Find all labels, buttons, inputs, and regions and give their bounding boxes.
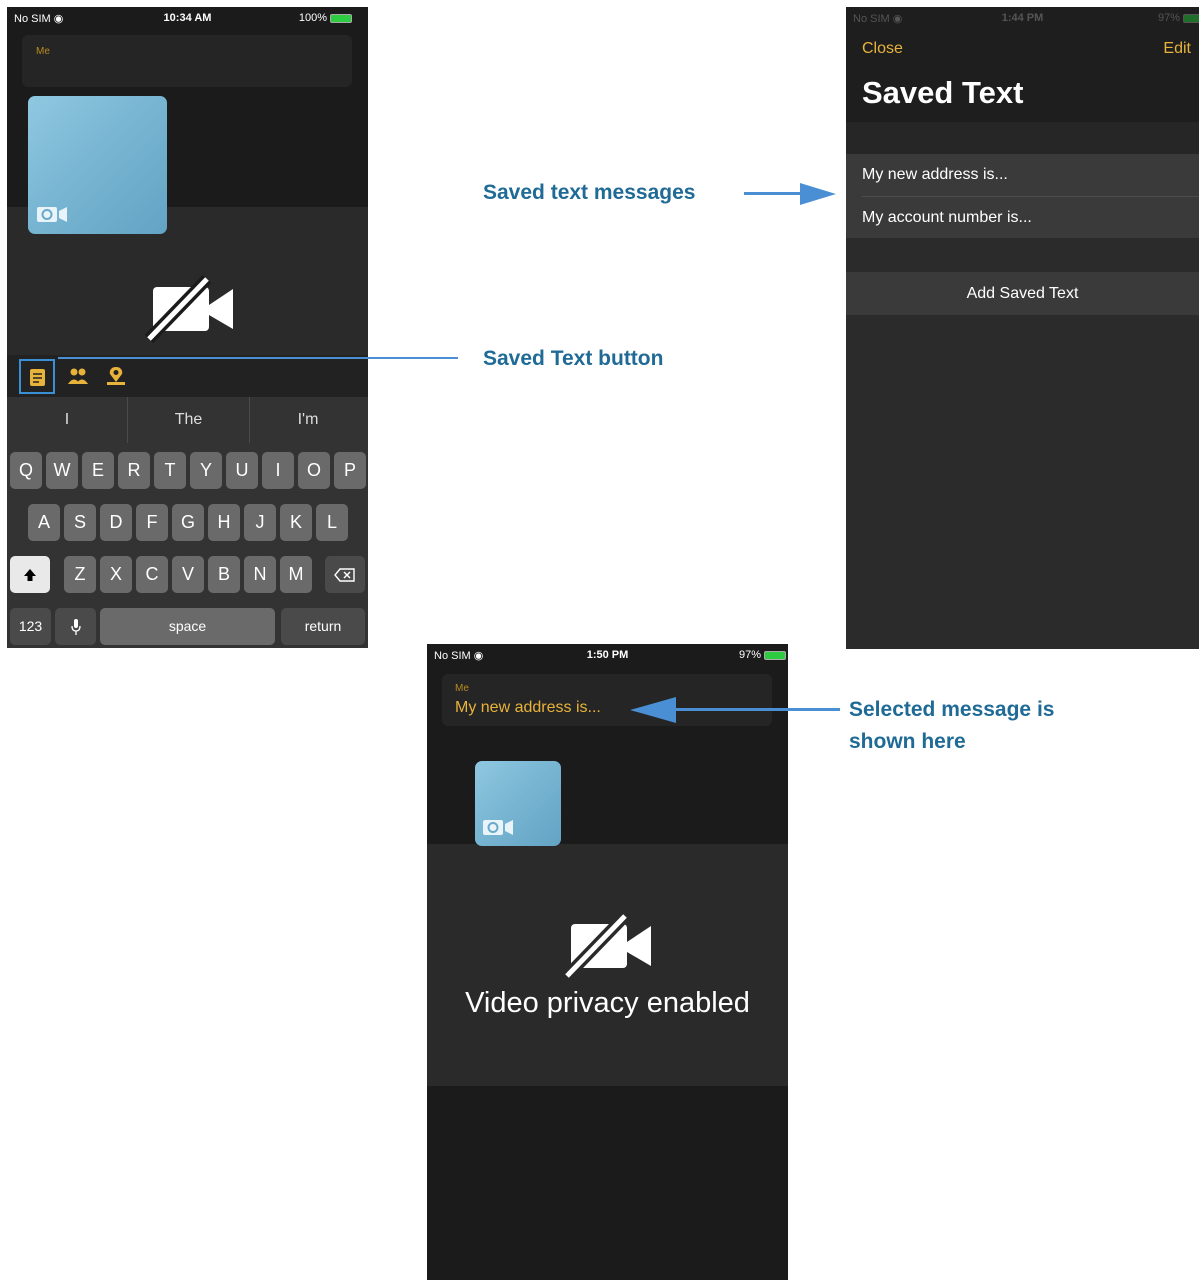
video-off-icon bbox=[563, 912, 651, 980]
privacy-status-text: Video privacy enabled bbox=[465, 987, 750, 1019]
battery-icon bbox=[1183, 13, 1199, 23]
screen-selected-message: No SIM ◉ 1:50 PM 97% Me My new address i… bbox=[427, 644, 788, 1280]
self-view[interactable] bbox=[475, 761, 561, 846]
contacts-icon[interactable] bbox=[68, 368, 88, 384]
saved-text-icon bbox=[30, 369, 45, 386]
key[interactable]: Q bbox=[10, 452, 42, 489]
message-box[interactable]: Me My new address is... bbox=[442, 674, 772, 726]
location-icon[interactable] bbox=[107, 367, 125, 385]
screen-saved-text: No SIM ◉ 1:44 PM 97% Close Edit Saved Te… bbox=[846, 7, 1199, 649]
add-saved-text-button[interactable]: Add Saved Text bbox=[846, 272, 1199, 315]
battery-status: 100% bbox=[299, 12, 352, 24]
battery-status: 97% bbox=[739, 649, 786, 661]
saved-text-item[interactable]: My account number is... bbox=[862, 197, 1032, 239]
status-time: 1:44 PM bbox=[1001, 12, 1044, 24]
saved-text-list: My new address is... My account number i… bbox=[846, 154, 1199, 238]
video-off-icon bbox=[145, 275, 233, 343]
status-time: 1:50 PM bbox=[586, 649, 629, 661]
callout-line bbox=[58, 357, 458, 359]
delete-key[interactable] bbox=[325, 556, 365, 593]
key[interactable]: U bbox=[226, 452, 258, 489]
key[interactable]: Y bbox=[190, 452, 222, 489]
key[interactable]: L bbox=[316, 504, 348, 541]
arrowhead-left-icon bbox=[630, 697, 676, 723]
shift-icon bbox=[24, 569, 36, 582]
message-box[interactable]: Me bbox=[22, 35, 352, 87]
key[interactable]: X bbox=[100, 556, 132, 593]
camera-switch-icon[interactable] bbox=[483, 819, 515, 836]
page-title: Saved Text bbox=[862, 75, 1024, 110]
annotation-line-2: shown here bbox=[849, 730, 966, 753]
key[interactable]: A bbox=[28, 504, 60, 541]
keyboard: I The I'm Q W E R T Y U I O P A S D F G … bbox=[7, 397, 368, 648]
annotation-saved-text-messages: Saved text messages bbox=[483, 181, 696, 204]
key[interactable]: P bbox=[334, 452, 366, 489]
key[interactable]: I bbox=[262, 452, 294, 489]
key[interactable]: S bbox=[64, 504, 96, 541]
suggestion-1[interactable]: I bbox=[7, 397, 127, 443]
self-view[interactable] bbox=[28, 96, 167, 234]
status-bar: No SIM ◉ 1:44 PM 97% bbox=[846, 7, 1199, 33]
edit-button[interactable]: Edit bbox=[1163, 40, 1191, 58]
shift-key[interactable] bbox=[10, 556, 50, 593]
space-key[interactable]: space bbox=[100, 608, 275, 645]
key[interactable]: C bbox=[136, 556, 168, 593]
microphone-icon bbox=[70, 618, 81, 635]
message-sender: Me bbox=[455, 683, 469, 694]
annotation-saved-text-button: Saved Text button bbox=[483, 347, 664, 370]
numbers-key[interactable]: 123 bbox=[10, 608, 51, 645]
key[interactable]: K bbox=[280, 504, 312, 541]
battery-icon bbox=[330, 13, 352, 23]
key[interactable]: G bbox=[172, 504, 204, 541]
close-button[interactable]: Close bbox=[862, 40, 903, 58]
key[interactable]: Z bbox=[64, 556, 96, 593]
key[interactable]: H bbox=[208, 504, 240, 541]
keyboard-toolbar bbox=[7, 355, 368, 397]
suggestion-3[interactable]: I'm bbox=[248, 397, 368, 443]
message-sender: Me bbox=[36, 46, 50, 57]
saved-text-item[interactable]: My new address is... bbox=[862, 154, 1008, 196]
key[interactable]: O bbox=[298, 452, 330, 489]
key[interactable]: M bbox=[280, 556, 312, 593]
key[interactable]: W bbox=[46, 452, 78, 489]
list-spacer bbox=[846, 122, 1199, 154]
message-text: My new address is... bbox=[455, 699, 601, 716]
camera-switch-icon[interactable] bbox=[37, 206, 69, 223]
key[interactable]: J bbox=[244, 504, 276, 541]
arrow-line bbox=[672, 708, 840, 711]
arrow-line bbox=[744, 192, 804, 195]
status-bar: No SIM ◉ 10:34 AM 100% bbox=[7, 7, 368, 33]
key[interactable]: V bbox=[172, 556, 204, 593]
dictation-key[interactable] bbox=[55, 608, 96, 645]
key[interactable]: F bbox=[136, 504, 168, 541]
key[interactable]: T bbox=[154, 452, 186, 489]
suggestion-2[interactable]: The bbox=[127, 397, 250, 443]
screen-keyboard: No SIM ◉ 10:34 AM 100% Me I The I'm Q W … bbox=[7, 7, 368, 648]
battery-icon bbox=[764, 650, 786, 660]
key[interactable]: E bbox=[82, 452, 114, 489]
key[interactable]: N bbox=[244, 556, 276, 593]
annotation-selected-message: Selected message is shown here bbox=[849, 694, 1054, 758]
key[interactable]: R bbox=[118, 452, 150, 489]
backspace-icon bbox=[334, 568, 355, 582]
key[interactable]: B bbox=[208, 556, 240, 593]
battery-status: 97% bbox=[1158, 12, 1199, 24]
arrowhead-right-icon bbox=[800, 183, 836, 205]
key[interactable]: D bbox=[100, 504, 132, 541]
annotation-line-1: Selected message is bbox=[849, 698, 1055, 721]
return-key[interactable]: return bbox=[281, 608, 365, 645]
status-bar: No SIM ◉ 1:50 PM 97% bbox=[427, 644, 788, 670]
saved-text-button[interactable] bbox=[19, 359, 55, 394]
